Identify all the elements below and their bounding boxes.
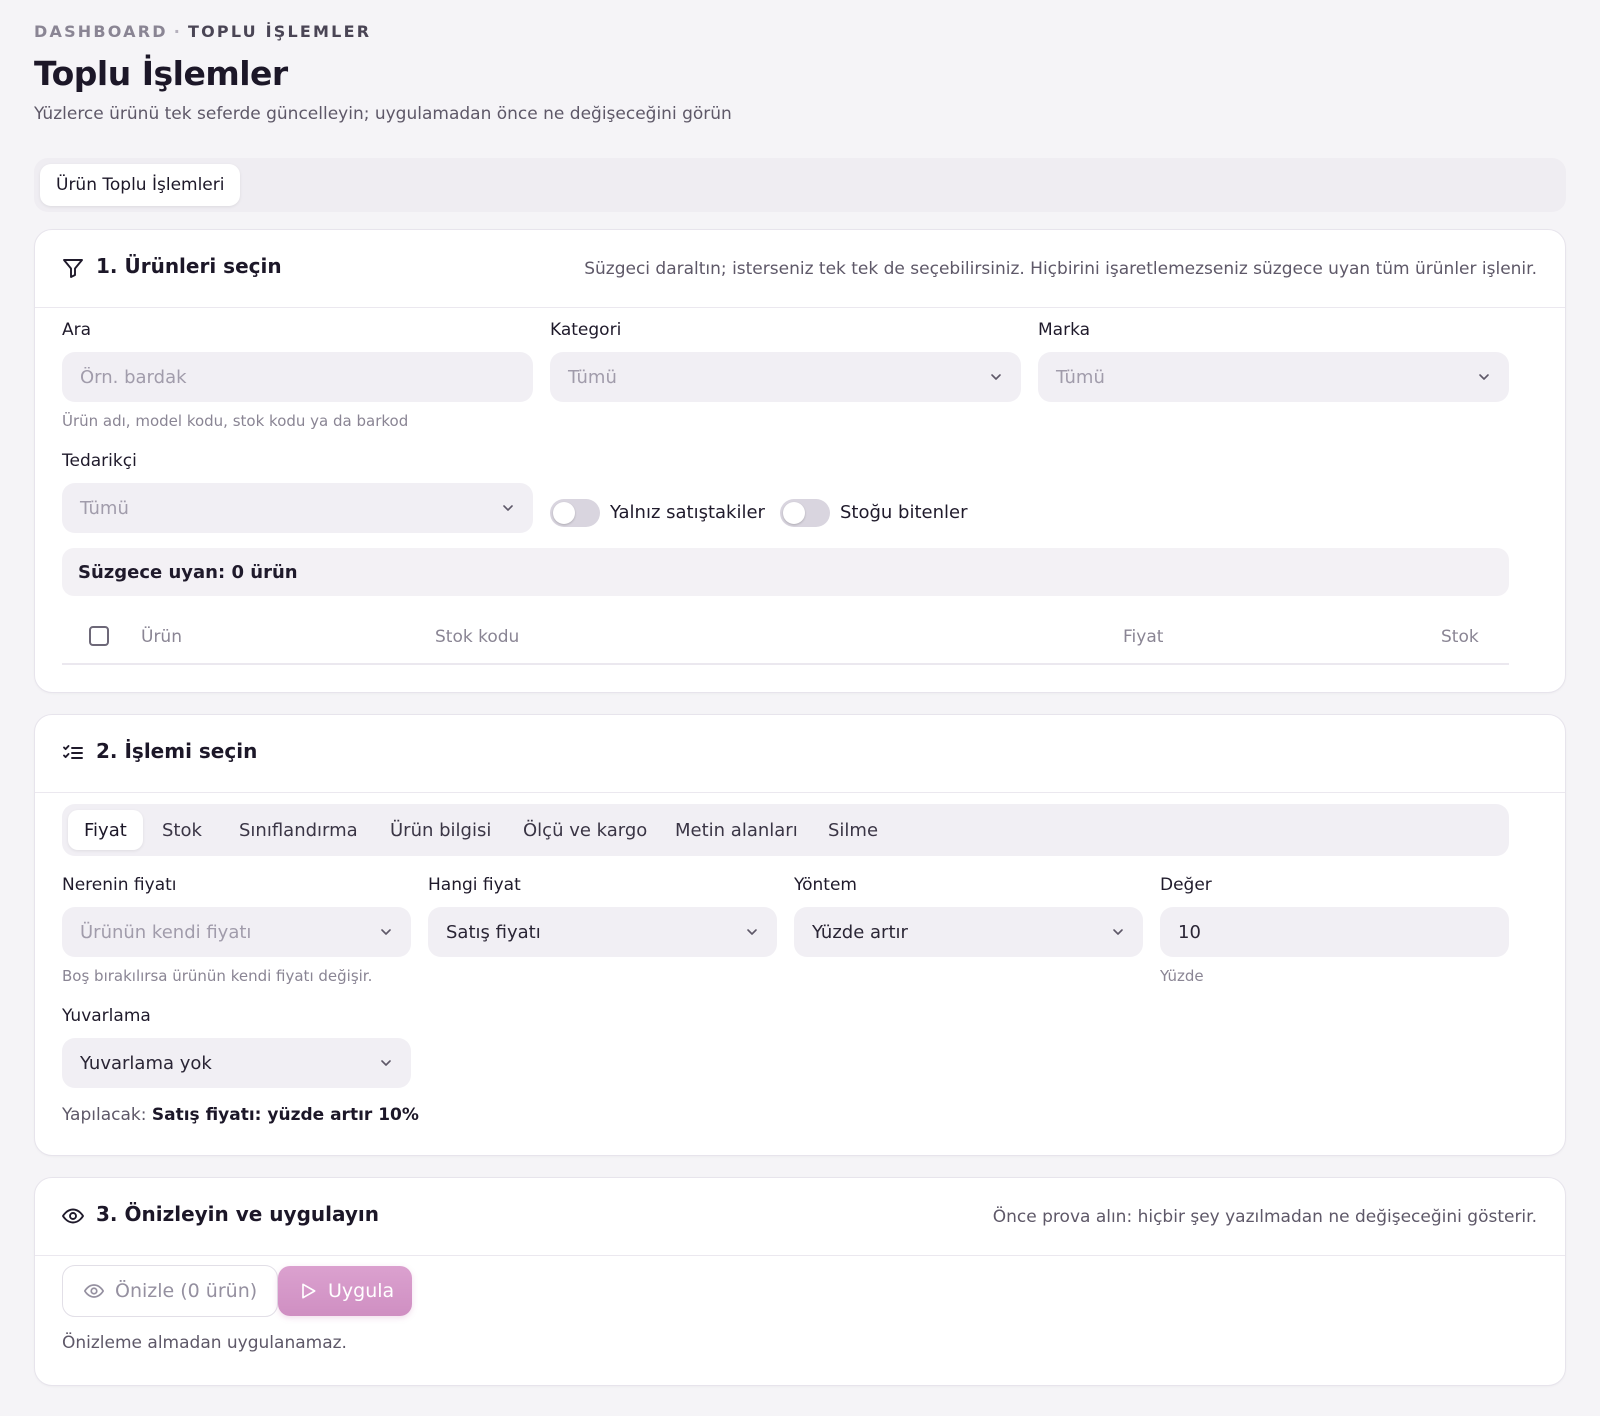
supplier-value: Tümü	[80, 497, 129, 519]
supplier-select[interactable]: Tümü	[62, 483, 533, 533]
which-price-value: Satış fiyatı	[446, 921, 541, 943]
method-select[interactable]: Yüzde artır	[794, 907, 1143, 957]
breadcrumb-separator: ·	[173, 22, 183, 41]
rounding-select[interactable]: Yuvarlama yok	[62, 1038, 411, 1088]
breadcrumb: DASHBOARD · TOPLU İŞLEMLER	[34, 22, 371, 41]
operation-summary: Yapılacak: Satış fiyatı: yüzde artır 10%	[62, 1105, 419, 1125]
preview-button[interactable]: Önizle (0 ürün)	[62, 1265, 279, 1317]
tab-price[interactable]: Fiyat	[68, 810, 143, 850]
preview-button-label: Önizle (0 ürün)	[115, 1280, 258, 1302]
out-of-stock-label: Stoğu bitenler	[840, 502, 968, 523]
method-value: Yüzde artır	[812, 921, 908, 943]
category-select[interactable]: Tümü	[550, 352, 1021, 402]
tab-product-bulk-operations[interactable]: Ürün Toplu İşlemleri	[40, 164, 241, 206]
tab-delete[interactable]: Silme	[812, 810, 894, 850]
column-header-stock-code[interactable]: Stok kodu	[435, 627, 519, 647]
column-header-product[interactable]: Ürün	[141, 627, 182, 647]
toggle-knob	[783, 502, 805, 524]
brand-label: Marka	[1038, 320, 1091, 340]
chevron-down-icon	[1113, 929, 1123, 935]
chevron-down-icon	[991, 374, 1001, 380]
which-price-label: Hangi fiyat	[428, 875, 521, 895]
brand-value: Tümü	[1056, 366, 1105, 388]
brand-select[interactable]: Tümü	[1038, 352, 1509, 402]
card-select-operation: 2. İşlemi seçin Fiyat Stok Sınıflandırma…	[34, 714, 1566, 1156]
category-label: Kategori	[550, 320, 622, 340]
card-select-products: 1. Ürünleri seçin Süzgeci daraltın; iste…	[34, 229, 1566, 693]
card-title: 2. İşlemi seçin	[96, 739, 258, 763]
chevron-down-icon	[381, 1060, 391, 1066]
source-price-help: Boş bırakılırsa ürünün kendi fiyatı deği…	[62, 967, 373, 985]
list-check-icon	[63, 745, 83, 759]
apply-note: Önizleme almadan uygulanamaz.	[62, 1333, 347, 1353]
card-header: 2. İşlemi seçin	[35, 715, 1565, 793]
rounding-value: Yuvarlama yok	[80, 1052, 212, 1074]
source-price-label: Nerenin fiyatı	[62, 875, 177, 895]
play-icon	[302, 1283, 316, 1299]
on-sale-toggle[interactable]	[550, 499, 600, 527]
out-of-stock-toggle[interactable]	[780, 499, 830, 527]
operation-summary-prefix: Yapılacak:	[62, 1105, 147, 1125]
page-tabbar: Ürün Toplu İşlemleri	[34, 158, 1566, 212]
amount-label: Değer	[1160, 875, 1212, 895]
search-help: Ürün adı, model kodu, stok kodu ya da ba…	[62, 412, 409, 430]
chevron-down-icon	[1479, 374, 1489, 380]
filter-icon	[63, 259, 83, 278]
breadcrumb-current: TOPLU İŞLEMLER	[188, 22, 372, 41]
on-sale-label: Yalnız satıştakiler	[610, 502, 765, 523]
source-price-select[interactable]: Ürünün kendi fiyatı	[62, 907, 411, 957]
column-header-price[interactable]: Fiyat	[1123, 627, 1163, 647]
card-header: 3. Önizleyin ve uygulayın Önce prova alı…	[35, 1178, 1565, 1256]
chevron-down-icon	[503, 505, 513, 511]
amount-help: Yüzde	[1160, 967, 1204, 985]
card-header: 1. Ürünleri seçin Süzgeci daraltın; iste…	[35, 230, 1565, 308]
tab-product-info[interactable]: Ürün bilgisi	[374, 810, 507, 850]
operation-summary-text: Satış fiyatı: yüzde artır 10%	[151, 1105, 419, 1125]
search-label: Ara	[62, 320, 92, 340]
breadcrumb-root[interactable]: DASHBOARD	[34, 22, 168, 41]
apply-button-label: Uygula	[328, 1280, 395, 1302]
method-label: Yöntem	[794, 875, 857, 895]
apply-button[interactable]: Uygula	[278, 1266, 413, 1316]
tab-text-fields[interactable]: Metin alanları	[659, 810, 814, 850]
supplier-label: Tedarikçi	[62, 451, 137, 471]
card-title: 1. Ürünleri seçin	[96, 254, 282, 278]
tab-stock[interactable]: Stok	[146, 810, 218, 850]
which-price-select[interactable]: Satış fiyatı	[428, 907, 777, 957]
amount-input[interactable]	[1160, 907, 1509, 957]
table-divider	[62, 663, 1509, 665]
operation-tabs: Fiyat Stok Sınıflandırma Ürün bilgisi Öl…	[62, 804, 1509, 856]
rounding-label: Yuvarlama	[62, 1006, 151, 1026]
column-header-stock[interactable]: Stok	[1441, 627, 1479, 647]
select-all-checkbox[interactable]	[89, 626, 109, 646]
toggle-knob	[553, 502, 575, 524]
filter-match-count: Süzgece uyan: 0 ürün	[62, 548, 1509, 596]
card-preview-apply: 3. Önizleyin ve uygulayın Önce prova alı…	[34, 1177, 1566, 1386]
card-hint: Süzgeci daraltın; isterseniz tek tek de …	[584, 259, 1537, 279]
category-value: Tümü	[568, 366, 617, 388]
source-price-value: Ürünün kendi fiyatı	[80, 921, 252, 943]
eye-icon	[62, 1208, 84, 1224]
card-title: 3. Önizleyin ve uygulayın	[96, 1202, 379, 1226]
card-hint: Önce prova alın: hiçbir şey yazılmadan n…	[992, 1207, 1537, 1227]
chevron-down-icon	[747, 929, 757, 935]
search-input[interactable]	[62, 352, 533, 402]
page-subtitle: Yüzlerce ürünü tek seferde güncelleyin; …	[34, 104, 732, 124]
eye-icon	[83, 1284, 105, 1298]
tab-dimensions-shipping[interactable]: Ölçü ve kargo	[507, 810, 663, 850]
tab-classification[interactable]: Sınıflandırma	[223, 810, 374, 850]
chevron-down-icon	[381, 929, 391, 935]
page-title: Toplu İşlemler	[34, 54, 288, 93]
